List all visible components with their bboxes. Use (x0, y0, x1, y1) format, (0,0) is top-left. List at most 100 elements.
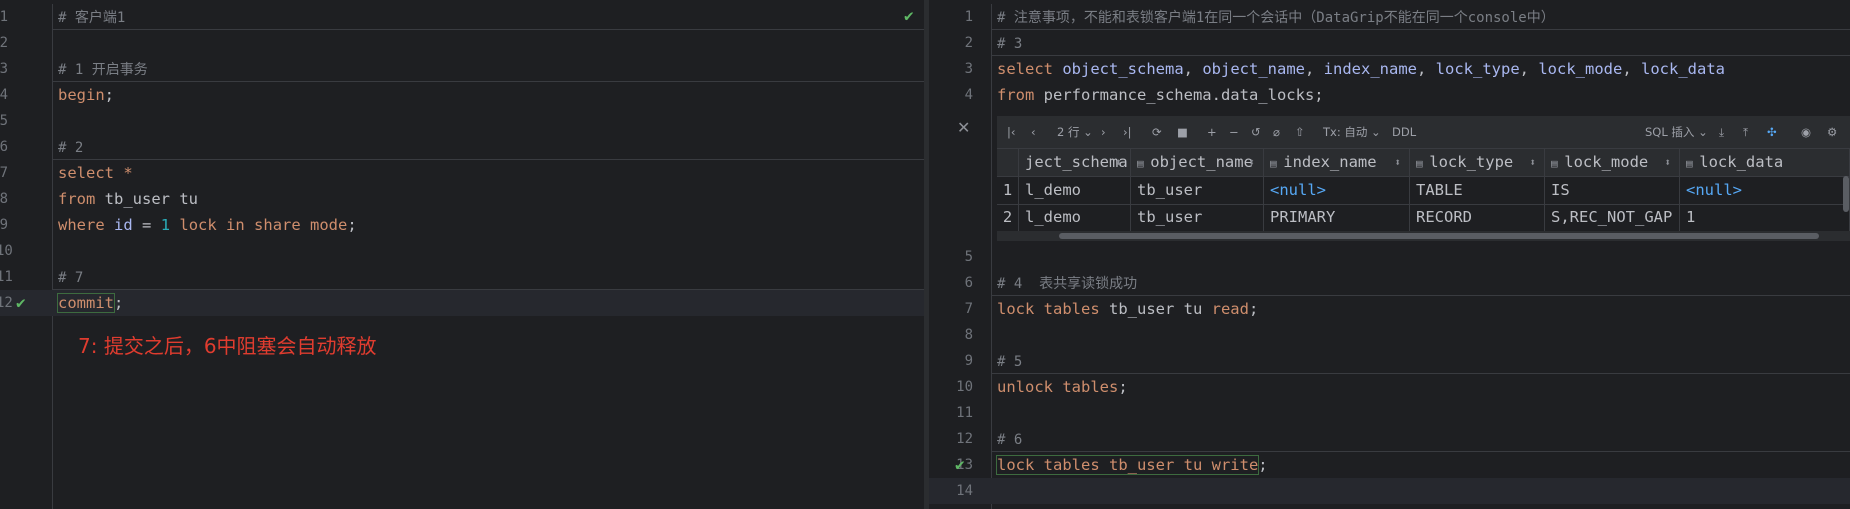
table-cell[interactable]: IS (1545, 177, 1680, 204)
next-page-icon[interactable]: › (1101, 116, 1106, 148)
sort-icon[interactable]: ⬍ (1248, 149, 1255, 176)
code-line[interactable]: 11 # 7 (0, 264, 924, 290)
line-number: 14 (956, 483, 973, 499)
vertical-scrollbar[interactable] (1843, 176, 1849, 212)
code-line[interactable]: 11 (929, 400, 1850, 426)
line-number: 9 (0, 217, 8, 233)
upload-icon[interactable]: ⇧ (1295, 116, 1305, 148)
code-line[interactable]: 6 # 4 表共享读锁成功 (929, 270, 1850, 296)
code-token: , (1622, 60, 1642, 78)
line-number: 7 (964, 301, 973, 317)
code-token: * (123, 164, 133, 182)
right-editor[interactable]: 1 # 注意事项，不能和表锁客户端1在同一个会话中（DataGrip不能在同一个c… (929, 0, 1850, 509)
code-line[interactable]: 9 # 5 (929, 348, 1850, 374)
row-number[interactable]: 2 (997, 204, 1019, 231)
code-line[interactable]: 4 begin; (0, 82, 924, 108)
scrollbar-thumb[interactable] (1059, 233, 1819, 239)
left-editor[interactable]: 1 # 客户端1 2 3 # 1 开启事务 4 begin; 5 6 # 2 7 select * 8 f… (0, 0, 924, 509)
line-number: 2 (0, 35, 8, 51)
code-line[interactable]: 8 from tb_user tu (0, 186, 924, 212)
table-cell[interactable]: tb_user (1131, 177, 1264, 204)
table-cell[interactable]: <null> (1680, 177, 1850, 204)
code-line[interactable]: 14 (929, 478, 1850, 504)
table-cell[interactable]: S,REC_NOT_GAP (1545, 204, 1680, 231)
line-number: 3 (964, 61, 973, 77)
code-line[interactable]: 5 (929, 244, 1850, 270)
revert-icon[interactable]: ↺ (1251, 116, 1261, 148)
submit-icon[interactable]: ⌀ (1273, 116, 1280, 148)
table-cell[interactable]: PRIMARY (1264, 204, 1410, 231)
ddl-button[interactable]: DDL (1392, 116, 1416, 148)
table-cell[interactable]: TABLE (1410, 177, 1545, 204)
table-cell[interactable]: l_demo (1019, 204, 1131, 231)
code-text: # 客户端1 (58, 4, 125, 31)
code-token: select (58, 164, 114, 182)
line-number: 5 (0, 113, 8, 129)
column-header[interactable]: ▤ lock_data (1680, 149, 1850, 176)
sort-icon[interactable]: ⬍ (1115, 149, 1122, 176)
code-line[interactable]: 4 from performance_schema.data_locks; (929, 82, 1850, 108)
sql-insert-dropdown[interactable]: SQL 插入 ⌄ (1645, 116, 1708, 148)
column-header[interactable]: ▤ lock_mode ⬍ (1545, 149, 1680, 176)
column-header[interactable]: ▤ object_name ⬍ (1131, 149, 1264, 176)
code-line[interactable]: 7 select * (0, 160, 924, 186)
code-token: lock tables tb_user tu write (995, 455, 1260, 475)
close-results-icon[interactable]: ✕ (957, 118, 970, 137)
results-panel[interactable]: |‹ ‹ 2 行 ⌄ › ›| ⟳ ■ + − ↺ ⌀ ⇧ Tx: 自动 ⌄ D… (997, 116, 1850, 244)
line-number: 12 (956, 431, 973, 447)
column-header[interactable]: ▤ lock_type ⬍ (1410, 149, 1545, 176)
table-cell[interactable]: 1 (1680, 204, 1850, 231)
code-line[interactable]: 3 select object_schema, object_name, inde… (929, 56, 1850, 82)
code-line[interactable]: 12 # 6 (929, 426, 1850, 452)
table-cell[interactable]: <null> (1264, 177, 1410, 204)
import-icon[interactable]: ⤒ (1743, 116, 1748, 148)
sort-icon[interactable]: ⬍ (1664, 149, 1671, 176)
line-number: 5 (964, 249, 973, 265)
delete-row-icon[interactable]: − (1229, 116, 1239, 148)
line-number: 7 (0, 165, 8, 181)
horizontal-scrollbar[interactable] (997, 231, 1850, 241)
code-line[interactable]: 6 # 2 (0, 134, 924, 160)
rows-count-dropdown[interactable]: 2 行 ⌄ (1057, 116, 1093, 148)
transaction-mode-dropdown[interactable]: Tx: 自动 ⌄ (1323, 116, 1381, 148)
code-line[interactable]: 2 (0, 30, 924, 56)
code-line[interactable]: 7 lock tables tb_user tu read; (929, 296, 1850, 322)
code-line[interactable]: 13 ✔ lock tables tb_user tu write; (929, 452, 1850, 478)
code-line[interactable]: 10 (0, 238, 924, 264)
first-page-icon[interactable]: |‹ (1007, 116, 1015, 148)
table-cell[interactable]: tb_user (1131, 204, 1264, 231)
code-line[interactable]: 10 unlock tables; (929, 374, 1850, 400)
row-number[interactable]: 1 (997, 177, 1019, 204)
last-page-icon[interactable]: ›| (1123, 116, 1131, 148)
code-line[interactable]: 1 # 客户端1 (0, 4, 924, 30)
compare-icon[interactable]: ✣ (1767, 116, 1777, 148)
code-line[interactable]: 2 # 3 (929, 30, 1850, 56)
column-header[interactable]: ject_schema ⬍ (1019, 149, 1131, 176)
table-row[interactable]: 1 l_demo tb_user <null> TABLE IS <null> (997, 177, 1850, 205)
code-line[interactable]: 1 # 注意事项，不能和表锁客户端1在同一个会话中（DataGrip不能在同一个c… (929, 4, 1850, 30)
code-line[interactable]: 8 (929, 322, 1850, 348)
code-line[interactable]: 5 (0, 108, 924, 134)
code-text: from tb_user tu (58, 186, 198, 212)
table-cell[interactable]: l_demo (1019, 177, 1131, 204)
export-icon[interactable]: ⤓ (1719, 116, 1724, 148)
table-row[interactable]: 2 l_demo tb_user PRIMARY RECORD S,REC_NOT_GAP… (997, 204, 1850, 232)
code-token: object_name (1202, 60, 1305, 78)
view-icon[interactable]: ◉ (1801, 116, 1811, 148)
prev-page-icon[interactable]: ‹ (1031, 116, 1036, 148)
stop-icon[interactable]: ■ (1177, 116, 1188, 148)
refresh-icon[interactable]: ⟳ (1152, 116, 1162, 148)
column-header[interactable]: ▤ index_name ⬍ (1264, 149, 1410, 176)
executed-check-icon: ✔ (955, 455, 965, 474)
code-line[interactable]: 9 where id = 1 lock in share mode; (0, 212, 924, 238)
code-line[interactable]: 3 # 1 开启事务 (0, 56, 924, 82)
code-line[interactable]: 12 ✔ commit; (0, 290, 924, 316)
code-token: = (132, 216, 161, 234)
table-cell[interactable]: RECORD (1410, 204, 1545, 231)
sort-icon[interactable]: ⬍ (1529, 149, 1536, 176)
settings-gear-icon[interactable]: ⚙ (1827, 116, 1837, 148)
line-number: 8 (964, 327, 973, 343)
sort-icon[interactable]: ⬍ (1394, 149, 1401, 176)
add-row-icon[interactable]: + (1207, 116, 1217, 148)
